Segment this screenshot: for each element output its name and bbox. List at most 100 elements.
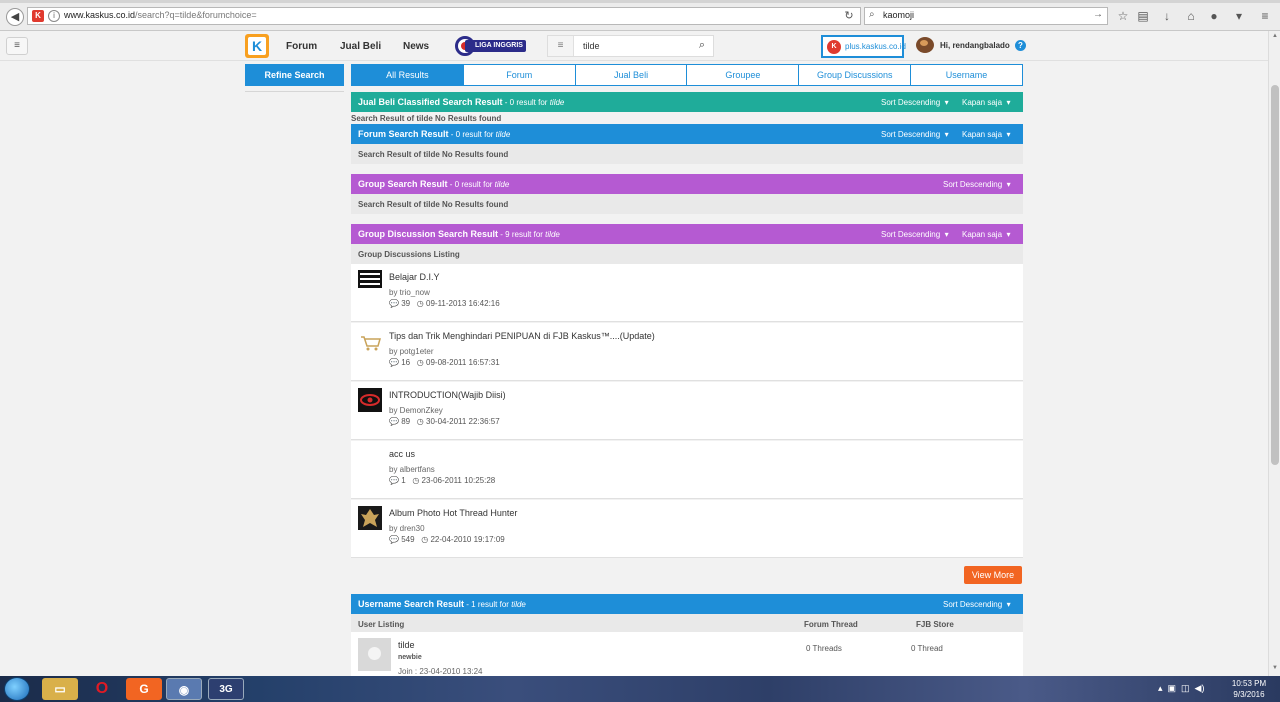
go-arrow-icon[interactable]: → — [1093, 9, 1103, 20]
avatar[interactable] — [358, 638, 391, 671]
diy-logo-icon — [358, 270, 382, 288]
help-icon[interactable]: ? — [1015, 40, 1026, 51]
menu-icon[interactable]: ≡ — [6, 37, 28, 55]
discussion-title[interactable]: Belajar D.I.Y — [389, 272, 440, 282]
username-link[interactable]: tilde — [398, 640, 415, 650]
opera-icon[interactable]: O — [84, 678, 120, 700]
clock-date[interactable]: 9/3/2016 — [1229, 690, 1269, 699]
tab-groupee[interactable]: Groupee — [687, 64, 800, 86]
view-more-button[interactable]: View More — [964, 566, 1022, 584]
home-icon[interactable]: ⌂ — [1182, 8, 1200, 24]
site-favicon-icon: K — [32, 10, 44, 22]
time-dropdown[interactable]: Kapan saja ▾ — [962, 130, 1011, 139]
discussion-author[interactable]: by potg1eter — [389, 347, 433, 356]
browser-search-text: kaomoji — [883, 10, 915, 20]
table-row[interactable]: tilde newbie Join : 23-04-2010 13:24 0 T… — [351, 632, 1023, 676]
liga-inggris-logo[interactable]: LIGA INGGRIS — [455, 36, 526, 56]
time-dropdown[interactable]: Kapan saja ▾ — [962, 230, 1011, 239]
kaskus-plus-icon: K — [827, 40, 841, 54]
nav-jual-beli[interactable]: Jual Beli — [340, 41, 381, 52]
clock-time[interactable]: 10:53 PM — [1229, 679, 1269, 688]
username-section-header: Username Search Result - 1 result for ti… — [351, 594, 1023, 614]
red-eye-logo-icon — [358, 388, 382, 412]
gold-emblem-icon — [358, 506, 382, 530]
search-filter-icon[interactable]: ≡ — [548, 36, 574, 56]
browser-search-bar[interactable]: ⌕ kaomoji → — [864, 7, 1108, 25]
address-bar[interactable]: K i www.kaskus.co.id/search?q=tilde&foru… — [27, 7, 861, 25]
file-explorer-icon[interactable]: ▭ — [42, 678, 78, 700]
tab-username[interactable]: Username — [911, 64, 1023, 86]
tab-group-discussions[interactable]: Group Discussions — [799, 64, 912, 86]
kaskus-logo[interactable]: K — [245, 34, 269, 58]
discussion-author[interactable]: by dren30 — [389, 524, 425, 533]
discussion-author[interactable]: by albertfans — [389, 465, 435, 474]
site-header: ≡ K Forum Jual Beli News LIGA INGGRIS ≡ … — [0, 31, 1268, 61]
forum-thread-count: 0 Threads — [806, 644, 842, 653]
refine-search-button[interactable]: Refine Search — [245, 64, 344, 86]
clock-icon: ◷ — [421, 535, 429, 544]
list-item[interactable]: acc us by albertfans 💬 1 ◷ 23-06-2011 10… — [351, 441, 1023, 499]
kaskus-plus-badge[interactable]: K plus.kaskus.co.id — [821, 35, 906, 58]
section-title: Group Search Result — [358, 179, 448, 189]
start-button[interactable] — [4, 677, 30, 701]
list-item[interactable]: Tips dan Trik Menghindari PENIPUAN di FJ… — [351, 323, 1023, 381]
user-greeting[interactable]: Hi, rendangbalado — [940, 41, 1010, 50]
info-icon[interactable]: i — [48, 10, 60, 22]
discussion-title[interactable]: Album Photo Hot Thread Hunter — [389, 508, 517, 518]
app-3g-icon[interactable]: 3G — [208, 678, 244, 700]
clock-icon: ◷ — [416, 299, 424, 308]
clipboard-icon[interactable]: ▤ — [1134, 8, 1152, 24]
discussion-title[interactable]: acc us — [389, 449, 415, 459]
no-results-bar: Search Result of tilde No Results found — [351, 194, 1023, 214]
list-item[interactable]: Belajar D.I.Y by trio_now 💬 39 ◷ 09-11-2… — [351, 264, 1023, 322]
comment-icon: 💬 — [389, 476, 399, 485]
list-item[interactable]: Album Photo Hot Thread Hunter by dren30 … — [351, 500, 1023, 558]
tab-forum[interactable]: Forum — [463, 64, 576, 86]
scroll-down-icon[interactable]: ▼ — [1271, 665, 1279, 671]
group-section-header: Group Search Result - 0 result for tilde… — [351, 174, 1023, 194]
column-fjb-store: FJB Store — [916, 620, 954, 629]
jualbeli-section-header: Jual Beli Classified Search Result - 0 r… — [351, 92, 1023, 112]
discussion-author[interactable]: by trio_now — [389, 288, 430, 297]
download-icon[interactable]: ↓ — [1158, 8, 1176, 24]
result-tabs: All Results Forum Jual Beli Groupee Grou… — [351, 64, 1023, 86]
site-search-input[interactable]: tilde — [583, 41, 600, 51]
hamburger-menu-icon[interactable]: ≡ — [1256, 8, 1274, 24]
tab-all-results[interactable]: All Results — [351, 64, 464, 86]
chat-icon[interactable]: ● — [1205, 8, 1223, 24]
discussion-title[interactable]: INTRODUCTION(Wajib Diisi) — [389, 390, 506, 400]
time-dropdown[interactable]: Kapan saja ▾ — [962, 98, 1011, 107]
sort-dropdown[interactable]: Sort Descending ▾ — [881, 98, 949, 107]
nav-forum[interactable]: Forum — [286, 41, 317, 52]
column-forum-thread: Forum Thread — [804, 620, 858, 629]
site-search-box[interactable]: ≡ tilde ⌕ — [547, 35, 714, 57]
back-icon[interactable]: ◀ — [6, 8, 24, 26]
scroll-up-icon[interactable]: ▲ — [1271, 33, 1279, 39]
firefox-icon[interactable]: ◉ — [166, 678, 202, 700]
url-text[interactable]: www.kaskus.co.id/search?q=tilde&forumcho… — [64, 10, 257, 20]
sort-dropdown[interactable]: Sort Descending ▾ — [943, 180, 1011, 189]
nav-news[interactable]: News — [403, 41, 429, 52]
clock-icon: ◷ — [412, 476, 420, 485]
tab-jual-beli[interactable]: Jual Beli — [575, 64, 688, 86]
star-icon[interactable]: ☆ — [1114, 8, 1132, 24]
comment-icon: 💬 — [389, 358, 399, 367]
reload-icon[interactable]: ↻ — [840, 8, 858, 24]
sort-dropdown[interactable]: Sort Descending ▾ — [881, 130, 949, 139]
pdf-app-icon[interactable]: G — [126, 678, 162, 700]
scrollbar[interactable]: ▲ ▼ — [1268, 31, 1280, 676]
column-user-listing: User Listing — [358, 620, 405, 629]
sort-dropdown[interactable]: Sort Descending ▾ — [943, 600, 1011, 609]
discussion-title[interactable]: Tips dan Trik Menghindari PENIPUAN di FJ… — [389, 331, 655, 341]
comment-icon: 💬 — [389, 299, 399, 308]
discussion-author[interactable]: by DemonZkey — [389, 406, 443, 415]
pocket-icon[interactable]: ▾ — [1230, 8, 1248, 24]
section-title: Jual Beli Classified Search Result — [358, 97, 503, 107]
sort-dropdown[interactable]: Sort Descending ▾ — [881, 230, 949, 239]
scroll-thumb[interactable] — [1271, 85, 1279, 465]
no-results-bar: Search Result of tilde No Results found — [351, 144, 1023, 164]
system-tray[interactable]: ▴ ▣ ◫ ◀) — [1158, 683, 1204, 694]
search-icon[interactable]: ⌕ — [699, 39, 705, 52]
list-item[interactable]: INTRODUCTION(Wajib Diisi) by DemonZkey 💬… — [351, 382, 1023, 440]
avatar[interactable] — [916, 37, 934, 53]
